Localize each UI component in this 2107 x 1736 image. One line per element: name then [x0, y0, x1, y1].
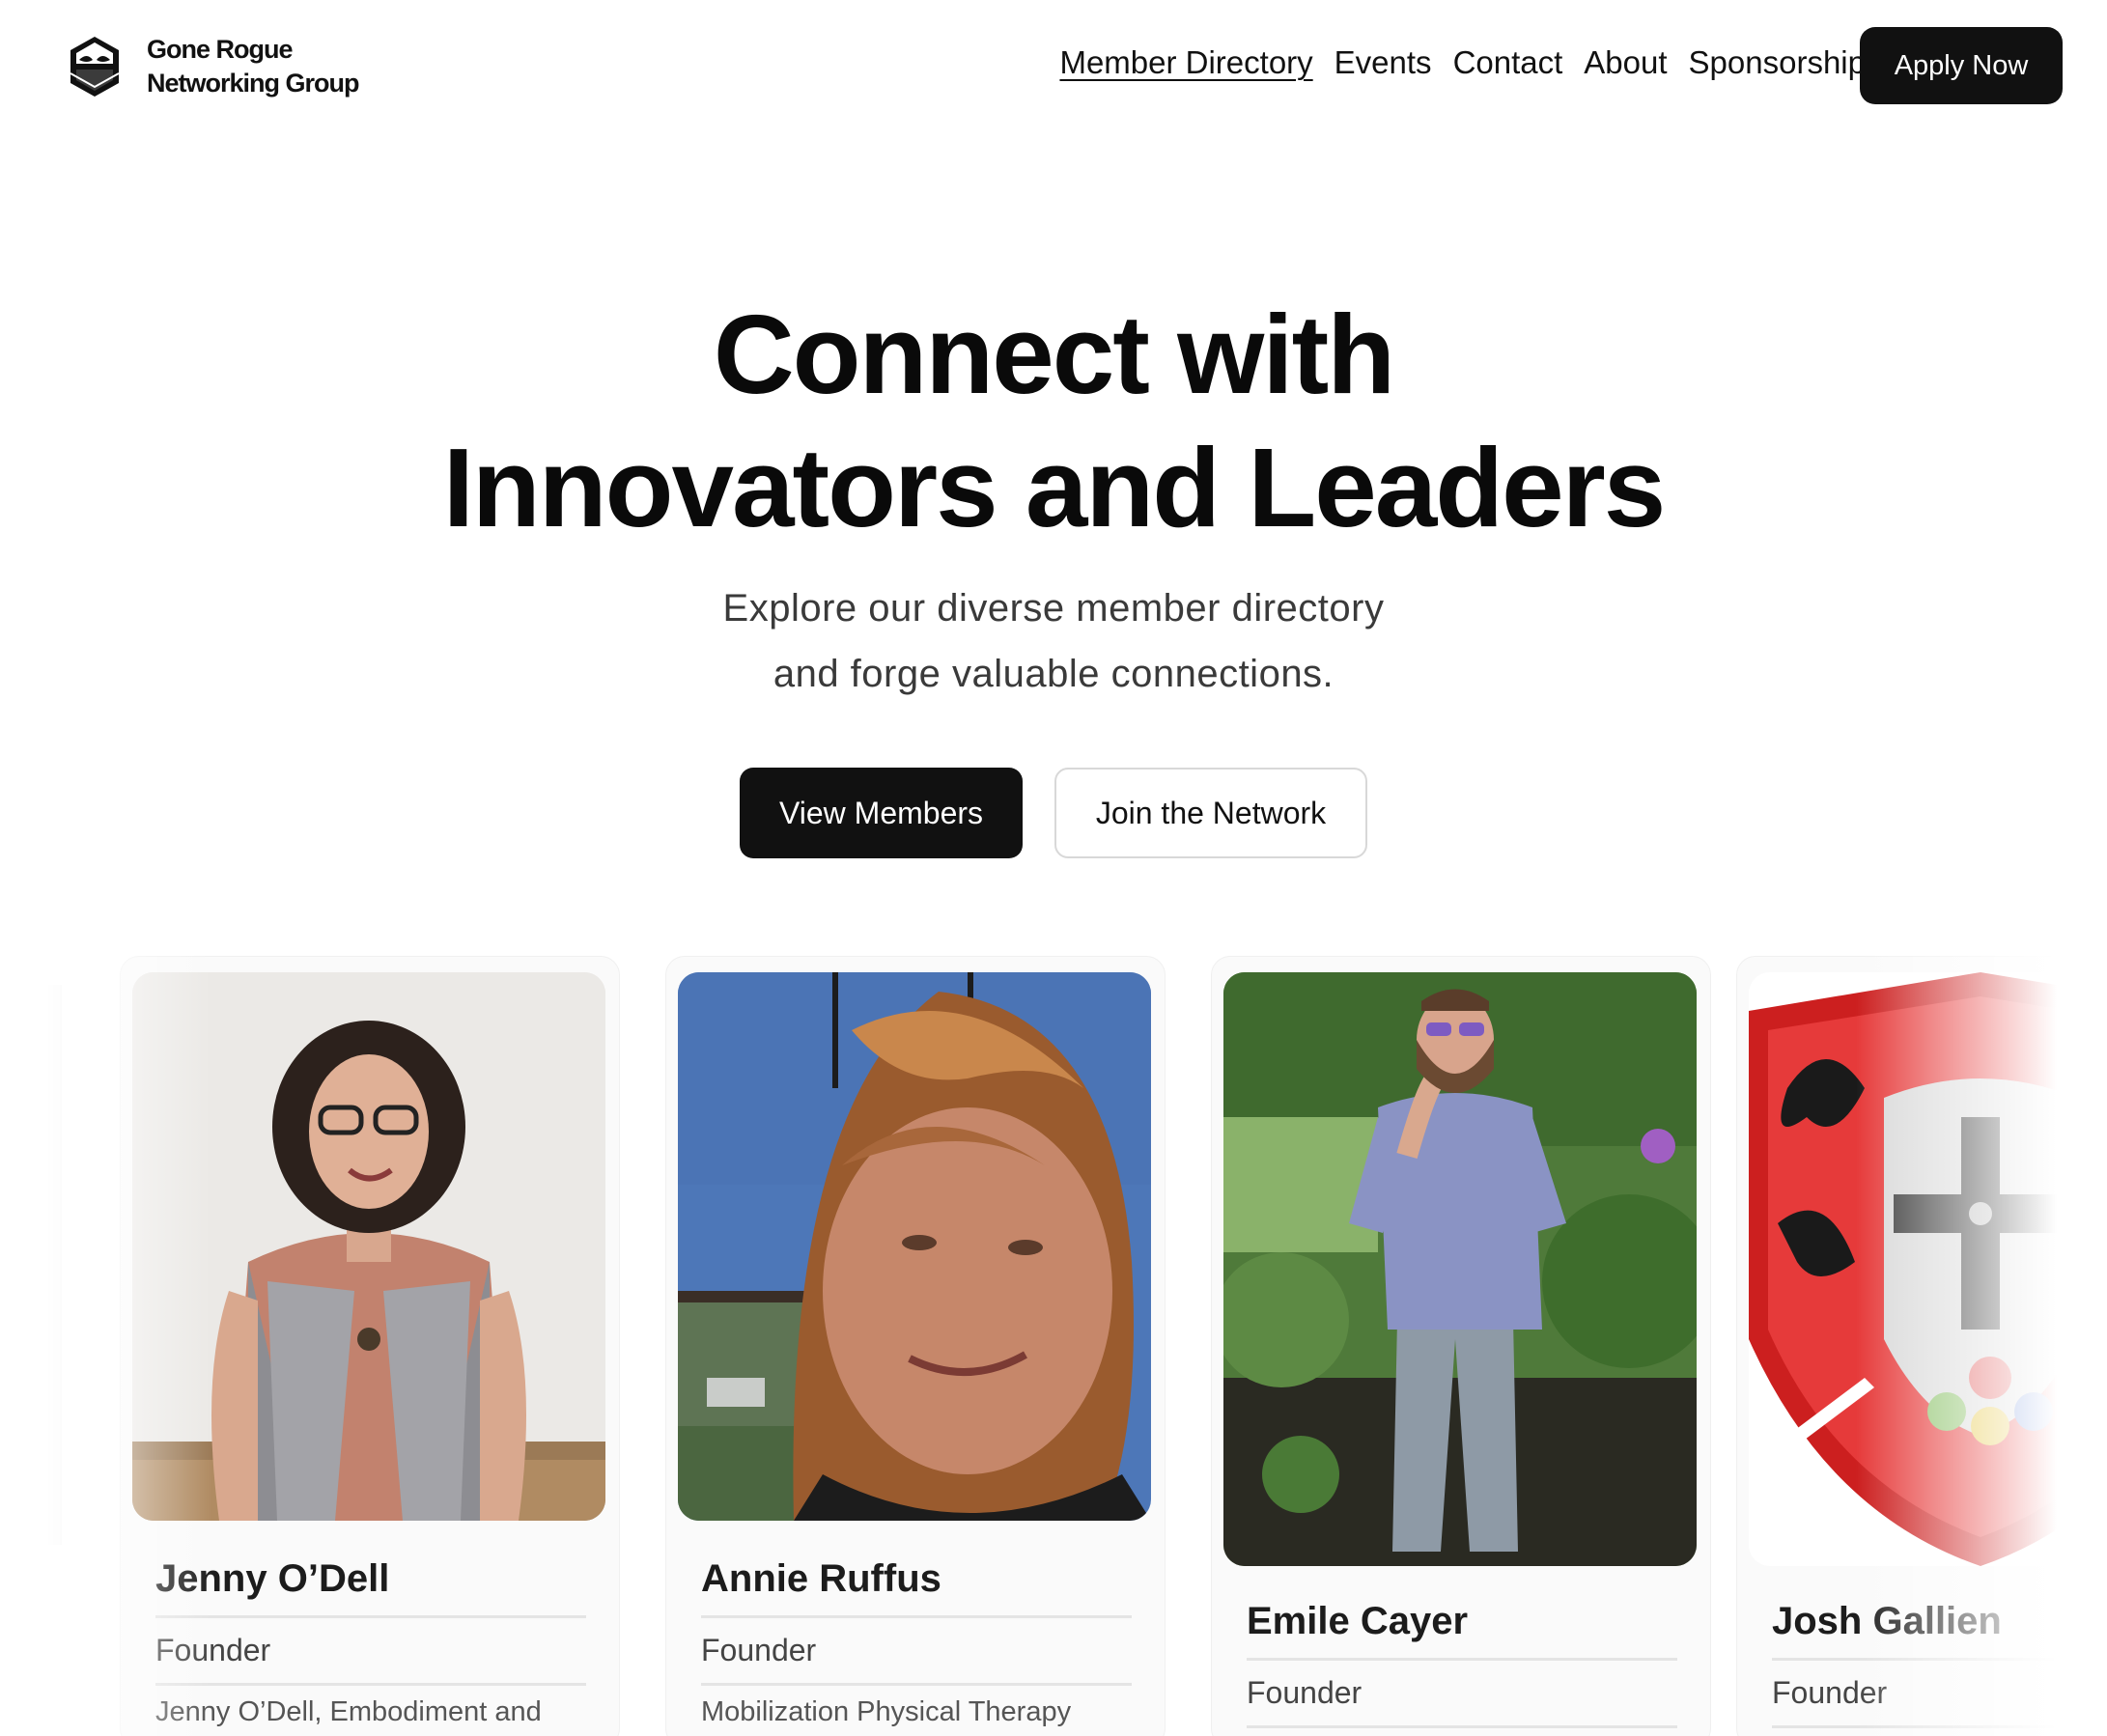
card-divider	[155, 1683, 586, 1686]
hero-subtitle-line2: and forge valuable connections.	[773, 653, 1334, 695]
member-name[interactable]: Annie Ruffus	[701, 1557, 941, 1601]
nav-events[interactable]: Events	[1334, 44, 1432, 81]
nav-about[interactable]: About	[1584, 44, 1667, 81]
member-card[interactable]: Emile Cayer Founder	[1211, 956, 1711, 1736]
member-photo	[1223, 972, 1697, 1566]
hero-title: Connect with Innovators and Leaders	[0, 288, 2107, 554]
member-photo	[678, 972, 1151, 1521]
brand-name-line2: Networking Group	[147, 69, 359, 98]
member-name[interactable]: Emile Cayer	[1247, 1600, 1468, 1643]
main-nav: Member Directory Events Contact About Sp…	[1059, 44, 1866, 81]
card-divider	[701, 1683, 1132, 1686]
nav-member-directory[interactable]: Member Directory	[1059, 44, 1312, 81]
hero-subtitle-line1: Explore our diverse member directory	[722, 587, 1385, 630]
brand-name: Gone Rogue Networking Group	[147, 33, 359, 100]
card-divider	[1247, 1658, 1677, 1661]
card-divider	[1247, 1725, 1677, 1728]
member-description: Jenny O’Dell, Embodiment and	[155, 1696, 542, 1727]
carousel-fade-left	[0, 946, 212, 1736]
member-description: Mobilization Physical Therapy	[701, 1696, 1072, 1727]
member-role: Founder	[701, 1633, 817, 1667]
join-network-button[interactable]: Join the Network	[1054, 768, 1367, 858]
nav-sponsorship[interactable]: Sponsorship	[1689, 44, 1866, 81]
carousel-fade-right	[1856, 946, 2107, 1736]
card-divider	[701, 1615, 1132, 1618]
member-card[interactable]: Annie Ruffus Founder Mobilization Physic…	[665, 956, 1166, 1736]
apply-now-button[interactable]: Apply Now	[1860, 27, 2063, 104]
hero-title-line2: Innovators and Leaders	[442, 425, 1667, 550]
hooded-mask-logo-icon	[70, 37, 120, 97]
member-carousel[interactable]: Jenny O’Dell Founder Jenny O’Dell, Embod…	[0, 946, 2107, 1736]
member-role: Founder	[1247, 1675, 1363, 1710]
hero-title-line1: Connect with	[713, 292, 1395, 417]
brand-name-line1: Gone Rogue	[147, 35, 293, 64]
nav-contact[interactable]: Contact	[1453, 44, 1563, 81]
brand-logo[interactable]: Gone Rogue Networking Group	[68, 33, 359, 100]
site-header: Gone Rogue Networking Group Member Direc…	[0, 0, 2107, 135]
card-divider	[155, 1615, 586, 1618]
hero-subtitle: Explore our diverse member directory and…	[0, 575, 2107, 707]
view-members-button[interactable]: View Members	[740, 768, 1023, 858]
